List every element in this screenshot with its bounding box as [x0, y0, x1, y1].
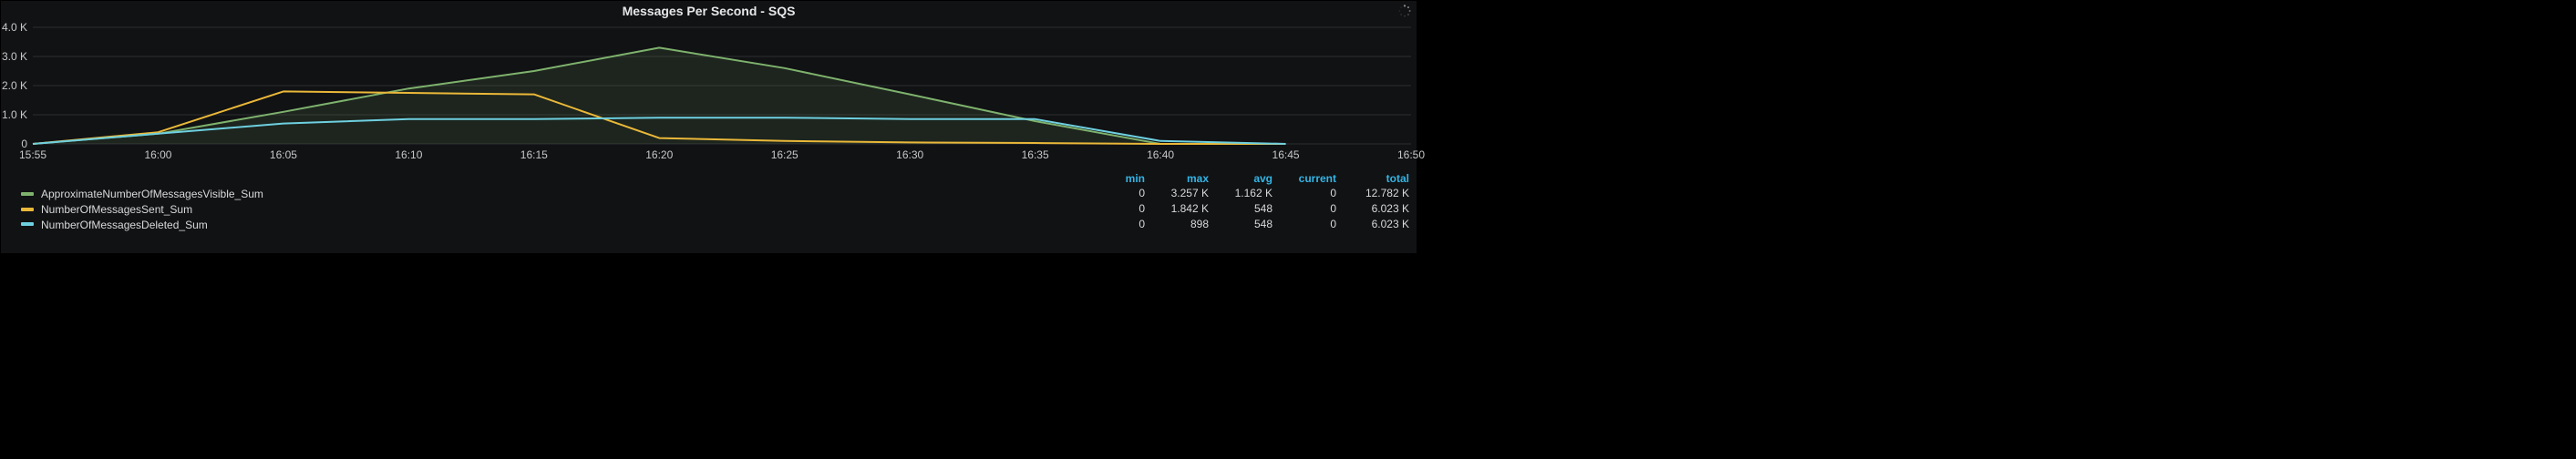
legend-value-avg: 548 — [1216, 201, 1280, 217]
legend-value-min: 0 — [1097, 201, 1152, 217]
legend-series-name: ApproximateNumberOfMessagesVisible_Sum — [41, 188, 263, 200]
legend-row[interactable]: ApproximateNumberOfMessagesVisible_Sum03… — [1, 186, 1417, 201]
svg-text:16:30: 16:30 — [896, 148, 923, 161]
legend-value-avg: 1.162 K — [1216, 186, 1280, 201]
svg-text:16:40: 16:40 — [1147, 148, 1174, 161]
legend-row[interactable]: NumberOfMessagesSent_Sum01.842 K54806.02… — [1, 201, 1417, 217]
svg-text:16:45: 16:45 — [1273, 148, 1300, 161]
legend-value-min: 0 — [1097, 186, 1152, 201]
chart-panel: Messages Per Second - SQS 0 1.0 K 2.0 K 3.0… — [0, 0, 1417, 254]
legend-value-min: 0 — [1097, 217, 1152, 232]
svg-text:1.0 K: 1.0 K — [2, 108, 27, 121]
svg-text:2.0 K: 2.0 K — [2, 79, 27, 92]
legend-header-current[interactable]: current — [1280, 171, 1344, 186]
legend-value-total: 12.782 K — [1344, 186, 1417, 201]
legend-header-max[interactable]: max — [1152, 171, 1216, 186]
svg-text:16:35: 16:35 — [1022, 148, 1049, 161]
svg-text:16:20: 16:20 — [645, 148, 673, 161]
legend-value-total: 6.023 K — [1344, 217, 1417, 232]
legend-header-total[interactable]: total — [1344, 171, 1417, 186]
svg-text:16:05: 16:05 — [270, 148, 297, 161]
loading-spinner-icon — [1398, 5, 1411, 17]
legend-value-max: 898 — [1152, 217, 1216, 232]
panel-title: Messages Per Second - SQS — [1, 1, 1417, 22]
legend-value-max: 1.842 K — [1152, 201, 1216, 217]
legend-header-min[interactable]: min — [1097, 171, 1152, 186]
legend-header-row: min max avg current total — [1, 171, 1417, 186]
legend-color-swatch — [21, 208, 34, 211]
svg-text:16:25: 16:25 — [771, 148, 799, 161]
legend-series-name: NumberOfMessagesDeleted_Sum — [41, 218, 208, 230]
svg-text:16:00: 16:00 — [144, 148, 171, 161]
legend-header-avg[interactable]: avg — [1216, 171, 1280, 186]
legend-value-total: 6.023 K — [1344, 201, 1417, 217]
legend-value-current: 0 — [1280, 186, 1344, 201]
legend-value-avg: 548 — [1216, 217, 1280, 232]
legend-value-max: 3.257 K — [1152, 186, 1216, 201]
legend-value-current: 0 — [1280, 217, 1344, 232]
svg-text:16:50: 16:50 — [1397, 148, 1425, 161]
legend-table: min max avg current total ApproximateNum… — [1, 171, 1417, 231]
svg-text:16:10: 16:10 — [395, 148, 422, 161]
legend-row[interactable]: NumberOfMessagesDeleted_Sum089854806.023… — [1, 217, 1417, 232]
legend-series-name: NumberOfMessagesSent_Sum — [41, 203, 192, 216]
svg-text:4.0 K: 4.0 K — [2, 21, 27, 34]
legend-color-swatch — [21, 222, 34, 226]
svg-text:16:15: 16:15 — [520, 148, 548, 161]
legend-color-swatch — [21, 192, 34, 196]
legend-value-current: 0 — [1280, 201, 1344, 217]
chart-plot-area[interactable]: 01.0 K2.0 K3.0 K4.0 K15:5516:0016:0516:1… — [33, 22, 1411, 168]
svg-text:15:55: 15:55 — [19, 148, 46, 161]
svg-text:3.0 K: 3.0 K — [2, 50, 27, 63]
